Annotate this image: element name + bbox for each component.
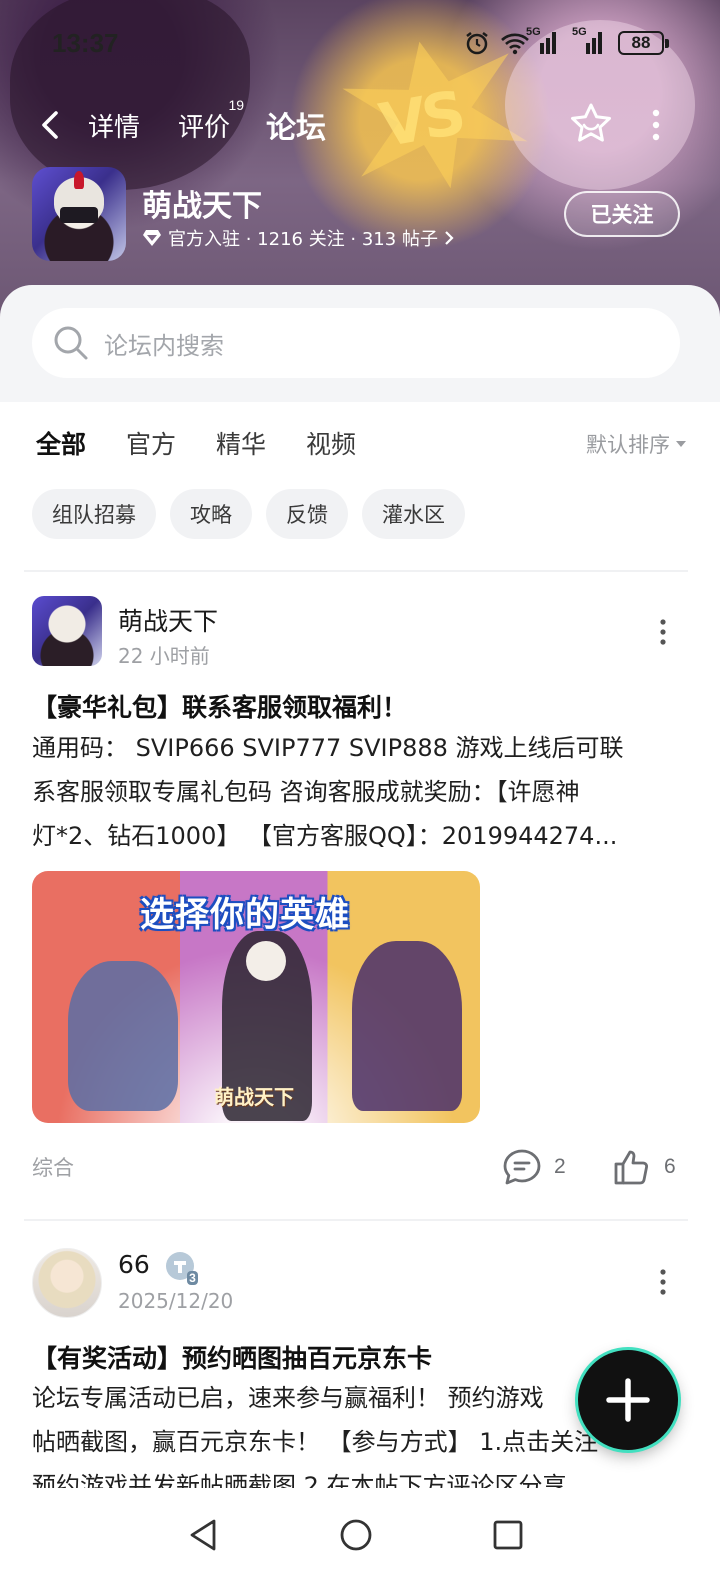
follow-button[interactable]: 已关注 (564, 191, 680, 237)
alarm-icon (466, 32, 488, 55)
system-nav-bar (0, 1495, 720, 1585)
top-nav: 详情 评价 19 论坛 (0, 95, 720, 155)
cell-signal-icon-2: 5G (572, 26, 608, 54)
post-more-icon[interactable] (658, 619, 668, 645)
chip-team-recruit[interactable]: 组队招募 (32, 489, 156, 539)
post-image-title: 选择你的英雄 (140, 895, 350, 935)
post-author[interactable]: 66 (118, 1250, 150, 1279)
post-author-row: 66 3 (118, 1250, 198, 1285)
avatar[interactable] (32, 1248, 102, 1318)
search-placeholder: 论坛内搜索 (104, 331, 224, 360)
comment-count: 2 (554, 1155, 566, 1178)
post-title[interactable]: 【有奖活动】预约晒图抽百元京东卡 (32, 1339, 432, 1375)
filter-tab-official[interactable]: 官方 (126, 425, 176, 461)
avatar[interactable] (32, 596, 102, 666)
user-level: 3 (187, 1271, 198, 1285)
nav-back-icon[interactable] (184, 1515, 224, 1555)
caret-down-icon (676, 441, 686, 447)
status-bar: 13:37 5G 5G 88 (0, 0, 720, 90)
chip-feedback[interactable]: 反馈 (266, 489, 348, 539)
filter-tabs: 全部 官方 精华 视频 (36, 425, 356, 463)
tab-details[interactable]: 详情 (88, 107, 140, 144)
post-image[interactable]: 选择你的英雄 萌战天下 (32, 871, 480, 1123)
game-meta-text: 官方入驻 · 1216 关注 · 313 帖子 (168, 229, 438, 250)
new-post-button[interactable] (578, 1350, 678, 1450)
comment-icon (503, 1149, 541, 1185)
diamond-icon (143, 230, 161, 246)
divider (24, 1219, 688, 1221)
post-title[interactable]: 【豪华礼包】联系客服领取福利！ (32, 688, 407, 724)
level-icon (173, 1261, 186, 1273)
divider (24, 570, 688, 572)
sort-dropdown[interactable]: 默认排序 (586, 429, 686, 459)
nav-recents-icon[interactable] (488, 1515, 528, 1555)
back-icon[interactable] (36, 107, 68, 143)
post-footer: 综合 2 6 (32, 1148, 682, 1188)
post-time: 2025/12/20 (118, 1289, 234, 1313)
sort-label: 默认排序 (586, 433, 670, 457)
post-body[interactable]: 通用码： SVIP666 SVIP777 SVIP888 游戏上线后可联 系客服… (32, 726, 682, 858)
reviews-count-badge: 19 (228, 97, 245, 113)
filter-tab-featured[interactable]: 精华 (216, 425, 266, 461)
game-meta[interactable]: 官方入驻 · 1216 关注 · 313 帖子 (142, 225, 454, 251)
tab-reviews[interactable]: 评价 19 (178, 97, 244, 144)
more-vertical-icon[interactable] (648, 107, 664, 143)
category-chips: 组队招募 攻略 反馈 灌水区 (32, 489, 465, 539)
game-app-icon (32, 167, 126, 261)
cell-signal-icon-1: 5G (526, 26, 562, 54)
search-icon (54, 326, 88, 360)
tab-forum[interactable]: 论坛 (264, 103, 328, 151)
post-time: 22 小时前 (118, 644, 210, 668)
post-tag[interactable]: 综合 (32, 1152, 74, 1182)
status-time: 13:37 (52, 28, 119, 58)
thumbs-up-icon (614, 1150, 648, 1185)
post-more-icon[interactable] (658, 1269, 668, 1295)
nav-home-icon[interactable] (336, 1515, 376, 1555)
game-name: 萌战天下 (142, 189, 262, 224)
filter-tab-video[interactable]: 视频 (306, 425, 356, 461)
comment-button[interactable]: 2 (502, 1148, 566, 1186)
favorite-star-icon[interactable] (568, 101, 614, 147)
chip-guides[interactable]: 攻略 (170, 489, 252, 539)
game-header: 萌战天下 官方入驻 · 1216 关注 · 313 帖子 已关注 (0, 165, 720, 265)
chevron-right-icon (445, 231, 454, 245)
filter-tab-all[interactable]: 全部 (36, 425, 87, 463)
post-image-logo: 萌战天下 (214, 1085, 294, 1109)
user-level-badge: 3 (165, 1252, 198, 1285)
like-button[interactable]: 6 (612, 1148, 676, 1186)
search-input[interactable]: 论坛内搜索 (32, 308, 680, 378)
chip-chat[interactable]: 灌水区 (362, 489, 465, 539)
post-author[interactable]: 萌战天下 (118, 602, 218, 638)
battery-icon: 88 (618, 31, 669, 55)
like-count: 6 (664, 1155, 676, 1178)
plus-icon (606, 1378, 650, 1422)
